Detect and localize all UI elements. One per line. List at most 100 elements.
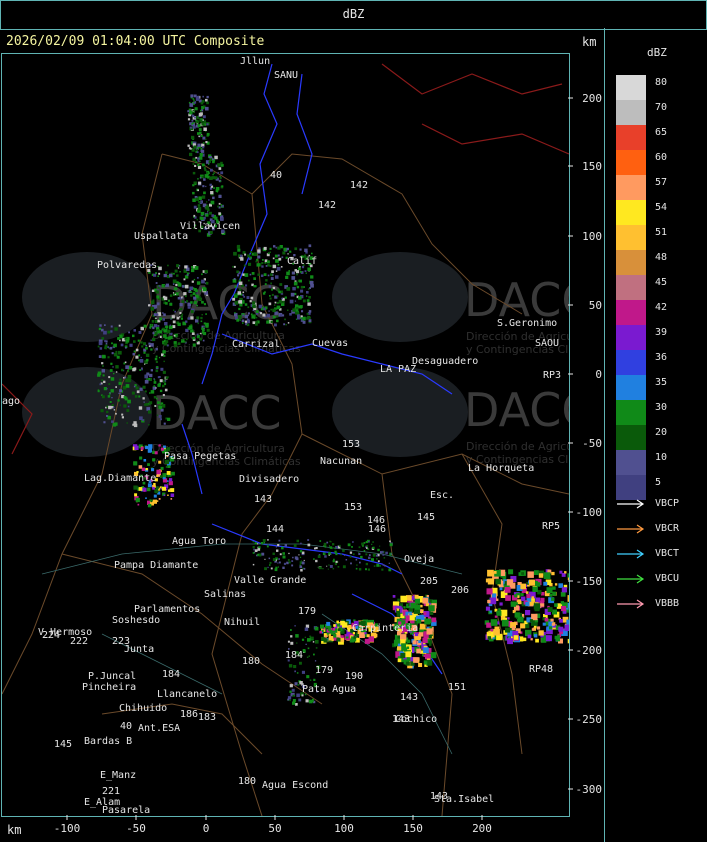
echo-pixel	[137, 503, 140, 506]
echo-pixel	[107, 415, 111, 420]
echo-pixel	[306, 656, 309, 658]
echo-pixel	[201, 122, 205, 126]
echo-pixel	[276, 305, 281, 310]
echo-pixel	[196, 121, 200, 124]
echo-pixel	[430, 652, 437, 659]
echo-pixel	[103, 421, 106, 424]
echo-pixel	[218, 202, 221, 205]
echo-pixel	[208, 199, 210, 201]
echo-pixel	[157, 331, 160, 334]
echo-pixel	[272, 286, 276, 290]
echo-pixel	[105, 342, 108, 345]
echo-pixel	[345, 633, 349, 637]
echo-pixel	[202, 146, 205, 149]
echo-pixel	[295, 634, 299, 638]
echo-pixel	[244, 303, 248, 306]
echo-pixel	[189, 103, 194, 107]
echo-pixel	[201, 175, 204, 178]
echo-pixel	[192, 163, 195, 165]
echo-pixel	[296, 270, 300, 274]
echo-pixel	[267, 566, 269, 569]
echo-pixel	[485, 606, 490, 611]
echo-pixel	[264, 558, 266, 560]
echo-pixel	[248, 262, 252, 266]
echo-pixel	[358, 568, 362, 571]
echo-pixel	[377, 560, 380, 563]
echo-pixel	[247, 254, 251, 258]
y-tick-label: -100	[576, 506, 603, 519]
echo-pixel	[132, 334, 135, 338]
road-number: 145	[417, 512, 435, 523]
echo-pixel	[198, 201, 201, 204]
echo-pixel	[311, 252, 313, 255]
echo-pixel	[155, 317, 157, 320]
echo-pixel	[135, 497, 140, 503]
echo-pixel	[203, 303, 206, 306]
echo-pixel	[156, 469, 161, 475]
place-label: Carpinteria	[352, 623, 418, 634]
place-label: Pata Agua	[302, 684, 356, 695]
echo-pixel	[265, 279, 268, 282]
road-number: 153	[342, 439, 360, 450]
echo-pixel	[121, 416, 124, 419]
echo-pixel	[294, 670, 296, 673]
y-tick-label: -300	[576, 783, 603, 796]
echo-pixel	[303, 650, 306, 653]
y-axis: 200 150 100 50 0 -50 -100 -150 -200 -250 -300	[568, 92, 602, 796]
echo-pixel	[209, 176, 213, 180]
echo-pixel	[102, 374, 105, 377]
legend-swatch	[616, 300, 646, 325]
echo-pixel	[203, 322, 206, 325]
echo-pixel	[185, 338, 188, 341]
echo-pixel	[206, 201, 208, 203]
echo-pixel	[333, 624, 336, 627]
echo-pixel	[252, 552, 255, 554]
echo-pixel	[156, 397, 158, 400]
echo-pixel	[290, 635, 293, 638]
place-label: RP5	[542, 521, 560, 532]
echo-pixel	[317, 555, 321, 558]
echo-pixel	[110, 362, 113, 365]
echo-pixel	[143, 490, 146, 492]
echo-pixel	[303, 559, 305, 561]
echo-pixel	[520, 596, 526, 601]
echo-pixel	[372, 553, 376, 557]
echo-pixel	[99, 383, 102, 386]
echo-pixel	[212, 158, 214, 161]
echo-pixel	[152, 327, 155, 330]
echo-pixel	[299, 550, 303, 553]
echo-pixel	[158, 414, 162, 418]
echo-pixel	[262, 259, 264, 261]
echo-pixel	[197, 165, 202, 169]
echo-pixel	[132, 423, 135, 426]
echo-pixel	[506, 579, 514, 586]
echo-pixel	[148, 345, 151, 348]
echo-pixel	[300, 315, 303, 318]
echo-pixel	[146, 407, 150, 411]
echo-pixel	[486, 622, 492, 628]
echo-pixel	[196, 151, 199, 154]
echo-pixel	[171, 471, 175, 476]
place-label: RP3	[543, 370, 561, 381]
radar-map[interactable]: DACC DACC DACC DACC Dirección de Agricul…	[1, 53, 570, 817]
echo-pixel	[551, 622, 555, 626]
echo-pixel	[334, 550, 337, 553]
echo-pixel	[278, 299, 283, 304]
echo-pixel	[409, 615, 415, 621]
y-tick-label: 150	[582, 160, 602, 173]
echo-pixel	[255, 260, 258, 263]
echo-pixel	[195, 95, 200, 100]
echo-pixel	[145, 403, 149, 406]
echo-pixel	[149, 373, 153, 378]
echo-pixel	[388, 562, 390, 564]
echo-pixel	[329, 540, 331, 543]
y-tick-label: -250	[576, 713, 603, 726]
legend-swatch-label: 5	[655, 477, 662, 488]
echo-pixel	[197, 189, 199, 192]
place-label: ago	[2, 396, 20, 407]
echo-pixel	[489, 610, 492, 613]
legend-swatch	[616, 175, 646, 200]
echo-pixel	[205, 138, 207, 140]
echo-pixel	[201, 163, 205, 167]
echo-pixel	[192, 343, 196, 347]
